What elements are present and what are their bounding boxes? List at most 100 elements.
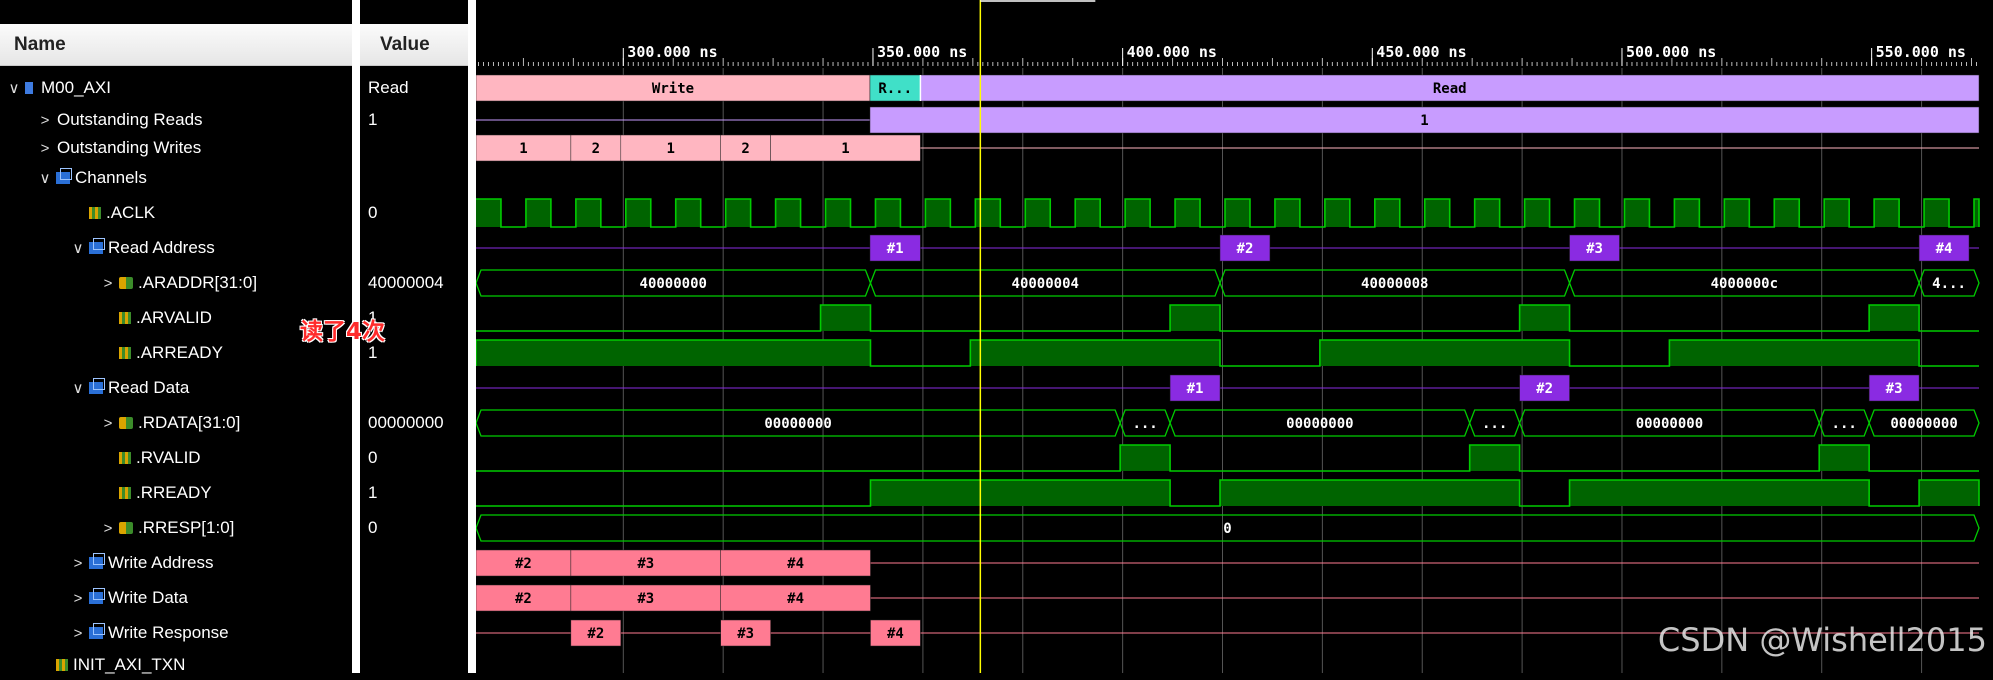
expand-chevron-icon[interactable]: > [100,514,116,544]
bus-icon [119,522,133,534]
transaction-label: #3 [1586,241,1603,257]
bus-segment-label: 00000000 [1286,416,1353,432]
signal-row[interactable]: .RVALID [0,443,201,473]
bus-segment-label: 2 [592,141,600,157]
clock-high-fill [1574,199,1600,227]
bus-segment-label: 2 [741,141,749,157]
name-column-header[interactable]: Name [0,24,352,66]
signal-value: 1 [368,483,378,502]
bus-icon [119,417,133,429]
signal-name: .RVALID [136,448,201,467]
signal-name: Write Response [108,623,229,642]
transaction-label: #4 [787,556,804,572]
signal-name: Read Address [108,238,215,257]
clock-high-fill [1874,199,1900,227]
clock-high-fill [476,199,501,227]
bus-segment-label: Write [652,81,694,97]
ruler-tick-label: 550.000 ns [1876,43,1966,61]
bus-segment-label: 1 [519,141,527,157]
bus-segment-label: 1 [667,141,675,157]
interface-icon [25,82,33,94]
transaction-label: #4 [887,626,904,642]
expand-chevron-icon[interactable]: > [100,409,116,439]
signal-value: Read [368,78,409,97]
signal-high-fill [1170,305,1221,331]
bus-segment-label: 0 [1223,521,1231,537]
signal-row[interactable]: ∨ M00_AXI [0,73,111,103]
signal-name: Read Data [108,378,190,397]
collapse-chevron-icon[interactable]: ∨ [70,374,86,404]
signal-row[interactable]: > .RRESP[1:0] [0,513,235,544]
bus-segment-label: 40000008 [1361,276,1428,292]
signal-row[interactable]: > Write Data [0,583,188,613]
collapse-chevron-icon[interactable]: ∨ [70,234,86,264]
signal-icon [119,312,131,324]
bus-segment-label: 40000004 [1012,276,1079,292]
signal-row[interactable]: > .RDATA[31:0] [0,408,241,439]
signal-row[interactable]: > Outstanding Reads [0,105,203,135]
watermark: CSDN @Wishell2015 [1657,621,1987,659]
signal-trace[interactable] [476,444,1979,472]
clock-high-fill [975,199,1001,227]
signal-high-fill [1469,445,1520,471]
expand-chevron-icon[interactable]: > [100,269,116,299]
signal-high-fill [870,480,1171,506]
clock-high-fill [1824,199,1850,227]
signal-high-fill [1519,305,1570,331]
waveform-canvas[interactable]: 300.000 ns 350.000 ns 400.000 ns 450.000 ns… [476,0,1993,673]
bus-segment-label: ... [1482,416,1507,432]
signal-high-fill [1869,305,1920,331]
signal-high-fill [1319,340,1570,366]
transaction-label: #2 [1237,241,1254,257]
transaction-label: #2 [1536,381,1553,397]
signal-value: 1 [368,110,378,129]
signal-row[interactable]: > Write Response [0,618,229,648]
expand-chevron-icon[interactable]: > [37,134,53,164]
ruler-tick-label: 300.000 ns [627,43,717,61]
signal-name: .ARVALID [136,308,212,327]
value-column-header[interactable]: Value [360,24,468,66]
clock-high-fill [1674,199,1700,227]
clock-high-fill [775,199,801,227]
bus-segment-label: 4000000c [1711,276,1778,292]
signal-row[interactable]: ∨ Read Data [0,373,189,403]
collapse-chevron-icon[interactable]: ∨ [6,74,22,104]
signal-row[interactable]: INIT_AXI_TXN [0,650,185,680]
clock-high-fill [875,199,901,227]
signal-trace[interactable] [476,304,1979,332]
expand-chevron-icon[interactable]: > [70,619,86,649]
bus-segment-label: ... [1132,416,1157,432]
signal-row[interactable]: .ACLK [0,198,155,228]
signal-value: 40000004 [368,273,444,292]
expand-chevron-icon[interactable]: > [70,549,86,579]
transaction-label: #3 [637,556,654,572]
signal-row[interactable]: .ARREADY [0,338,223,368]
signal-row[interactable]: ∨ Read Address [0,233,215,263]
group-icon [89,378,105,394]
signal-high-fill [970,340,1221,366]
signal-row[interactable]: > Outstanding Writes [0,133,202,164]
clock-high-fill [675,199,701,227]
signal-row[interactable]: .RREADY [0,478,212,508]
signal-name: .RRESP[1:0] [138,518,235,537]
ruler-tick-label: 450.000 ns [1376,43,1466,61]
bus-segment-label: 00000000 [1636,416,1703,432]
bus-segment-label: 00000000 [764,416,831,432]
signal-row[interactable]: .ARVALID [0,303,212,333]
signal-name: .ARADDR[31:0] [138,273,258,292]
waveform-splitter[interactable] [468,0,476,673]
bus-icon [119,277,133,289]
signal-row[interactable]: ∨ Channels [0,163,147,193]
signal-name: .ARREADY [136,343,223,362]
transaction-label: #2 [515,591,532,607]
ruler-tick-label: 500.000 ns [1626,43,1716,61]
collapse-chevron-icon[interactable]: ∨ [37,164,53,194]
signal-high-fill [820,305,871,331]
clock-high-fill [525,199,551,227]
signal-row[interactable]: > .ARADDR[31:0] [0,268,257,298]
expand-chevron-icon[interactable]: > [37,106,53,136]
expand-chevron-icon[interactable]: > [70,584,86,614]
signal-row[interactable]: > Write Address [0,548,214,578]
signal-name: .ACLK [106,203,156,222]
waveform-view[interactable]: 300.000 ns 350.000 ns 400.000 ns 450.000 ns… [476,0,1993,673]
